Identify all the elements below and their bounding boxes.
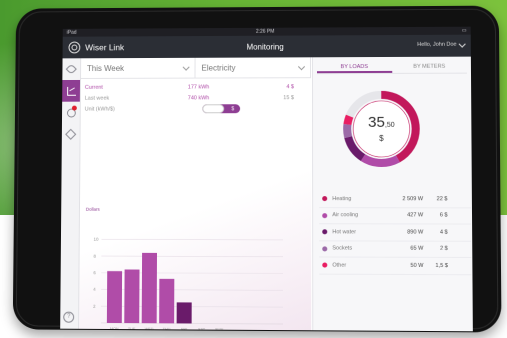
total-integer: 35 [368, 113, 385, 131]
sidebar-item-overview[interactable] [62, 58, 80, 80]
unit-selected: $ [231, 105, 235, 112]
stat-label: Current [84, 84, 103, 91]
sidebar-item-monitoring[interactable] [62, 79, 81, 102]
y-tick-label: 4 [93, 287, 96, 292]
legend-cost: 6 $ [439, 212, 448, 219]
loads-legend: Heating 2 509 W 22 $ Air cooling 427 W 6… [319, 191, 472, 275]
gridline [101, 256, 283, 257]
help-icon[interactable]: ? [63, 311, 75, 323]
stat-row-last-week: Last week 740 kWh 15 $ [81, 92, 311, 104]
total-currency: $ [379, 133, 384, 143]
stat-kwh: 177 kWh [187, 83, 210, 90]
unit-toggle[interactable]: $ [202, 104, 241, 114]
total-value: 35,50 [368, 113, 395, 133]
period-value: This Week [86, 63, 125, 73]
legend-watts: 427 W [407, 212, 424, 219]
legend-name: Air cooling [332, 212, 359, 219]
bar-chart: Dollars108642MON TUE WED THU FRI SAT SUN [86, 207, 307, 331]
legend-dot [322, 212, 328, 218]
eye-icon [65, 63, 77, 75]
stats-list: Current 177 kWh 4 $ Last week 740 kWh 15… [81, 81, 311, 114]
stat-row-current: Current 177 kWh 4 $ [81, 81, 311, 93]
legend-row-sockets[interactable]: Sockets 65 W 2 $ [319, 240, 472, 259]
nav-bar: Wiser Link Monitoring Hello, John Doe [62, 34, 471, 59]
y-tick-label: 10 [94, 237, 100, 242]
legend-cost: 2 $ [440, 245, 448, 253]
chevron-down-icon [458, 40, 466, 48]
cube-icon [65, 128, 77, 140]
notification-badge [71, 105, 77, 111]
app-screen: iPad 2:26 PM ▭ Wiser Link Monitoring Hel… [60, 26, 473, 332]
consumption-panel: This Week Electricity Current 177 kWh 4 … [79, 57, 312, 331]
donut-total: 35,50 $ [339, 87, 424, 171]
legend-row-other[interactable]: Other 50 W 1,5 $ [319, 257, 472, 275]
legend-row-heating[interactable]: Heating 2 509 W 22 $ [319, 191, 471, 208]
legend-dot [322, 262, 328, 268]
legend-dot [322, 229, 328, 235]
unit-row: Unit (kWh/$) $ [81, 103, 311, 114]
legend-row-air-cooling[interactable]: Air cooling 427 W 6 $ [319, 207, 472, 225]
period-select[interactable]: This Week [81, 57, 196, 78]
legend-cost: 1,5 $ [435, 262, 448, 269]
energy-select[interactable]: Electricity [195, 57, 312, 78]
user-menu[interactable]: Hello, John Doe [417, 40, 466, 48]
consumption-chart: Dollars 10 8 6 4 2 MON TUE WED THU FRI SAT SUN [83, 205, 307, 331]
greeting-label: Hello, John Doe [417, 41, 457, 48]
sidebar: ? [60, 58, 82, 329]
y-tick-label: 6 [93, 270, 96, 275]
tab-by-meters[interactable]: BY METERS [392, 61, 467, 73]
legend-row-hot-water[interactable]: Hot water 890 W 4 $ [319, 224, 472, 242]
legend-name: Sockets [332, 245, 353, 252]
chevron-down-icon [182, 63, 190, 71]
legend-cost: 4 $ [439, 229, 448, 236]
legend-name: Hot water [332, 229, 357, 236]
legend-watts: 2 509 W [402, 195, 424, 202]
filter-bar: This Week Electricity [81, 57, 312, 79]
bar-fri[interactable] [176, 302, 192, 324]
toggle-knob [202, 104, 225, 114]
tab-by-loads[interactable]: BY LOADS [316, 60, 392, 74]
bar-thu[interactable] [158, 278, 175, 324]
stat-cost: 4 $ [286, 83, 295, 90]
tablet-device: iPad 2:26 PM ▭ Wiser Link Monitoring Hel… [12, 5, 502, 333]
total-decimal: ,50 [384, 121, 395, 129]
bar-wed[interactable] [141, 253, 158, 323]
stat-cost: 15 $ [283, 94, 295, 101]
stat-kwh: 740 kWh [187, 94, 210, 101]
sidebar-item-alerts[interactable] [62, 102, 80, 124]
donut-chart: 35,50 $ [339, 87, 424, 171]
logo-icon [68, 41, 81, 54]
trend-chart-icon [66, 86, 76, 96]
legend-watts: 890 W [407, 229, 424, 236]
sidebar-item-devices[interactable] [62, 123, 80, 145]
legend-cost: 22 $ [436, 195, 448, 203]
y-axis-label: Dollars [86, 207, 101, 212]
legend-watts: 50 W [410, 262, 424, 269]
gridline [101, 239, 283, 240]
chevron-down-icon [297, 62, 306, 70]
brand-name: Wiser Link [85, 42, 125, 53]
bar-mon[interactable] [106, 271, 123, 323]
y-tick-label: 8 [93, 253, 96, 258]
bar-tue[interactable] [124, 269, 140, 323]
energy-value: Electricity [201, 63, 236, 73]
legend-name: Heating [332, 195, 352, 202]
legend-dot [322, 196, 328, 202]
legend-watts: 65 W [410, 245, 424, 253]
y-tick-label: 2 [93, 304, 96, 309]
stat-label: Last week [84, 95, 110, 102]
legend-name: Other [332, 262, 347, 269]
breakdown-tabs: BY LOADS BY METERS [316, 60, 467, 75]
breakdown-panel: BY LOADS BY METERS 35,50 $ Heating 2 509… [311, 56, 473, 332]
unit-label: Unit (kWh/$) [84, 106, 115, 113]
legend-dot [322, 246, 328, 252]
